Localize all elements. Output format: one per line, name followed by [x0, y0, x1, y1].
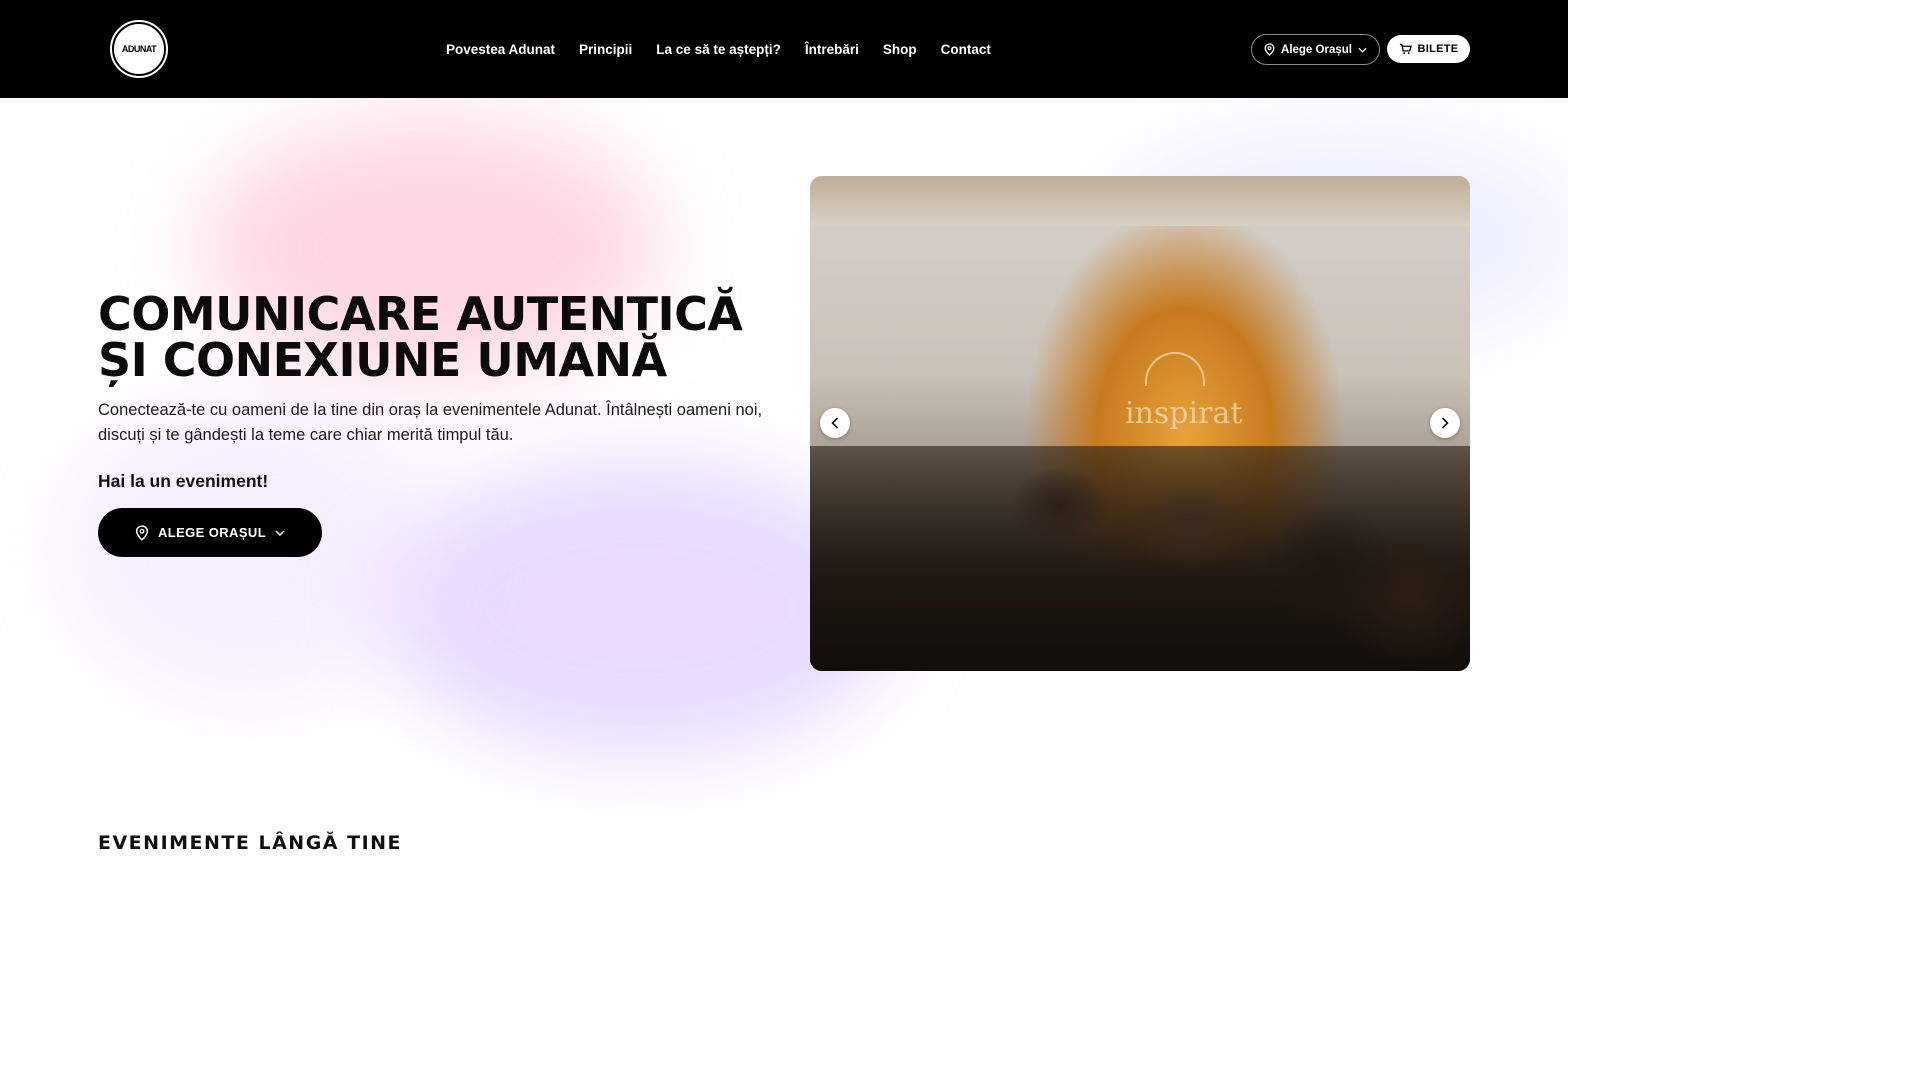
chevron-left-icon — [831, 417, 839, 429]
chevron-down-icon — [275, 530, 285, 536]
top-navigation-bar: ADUNAT Povestea Adunat Principii La ce s… — [0, 0, 1568, 98]
choose-city-label: ALEGE ORAȘUL — [157, 525, 267, 540]
photo-ceiling — [810, 176, 1470, 226]
city-selector-button[interactable]: Alege Orașul — [1251, 34, 1380, 65]
nav-la-ce-sa-te-astepti[interactable]: La ce să te aștepți? — [656, 42, 781, 57]
photo-crowd — [810, 446, 1470, 671]
carousel-next-button[interactable] — [1430, 408, 1460, 438]
city-selector-label: Alege Orașul — [1281, 43, 1352, 56]
hero-headline: COMUNICARE AUTENTICĂ ȘI CONEXIUNE UMANĂ — [98, 291, 798, 383]
cart-icon — [1399, 43, 1412, 55]
choose-city-button[interactable]: ALEGE ORAȘUL — [98, 508, 322, 557]
nav-principii[interactable]: Principii — [579, 42, 632, 57]
main-nav: Povestea Adunat Principii La ce să te aș… — [446, 38, 991, 60]
adunat-logo[interactable]: ADUNAT — [110, 20, 168, 78]
cta-label: Hai la un eveniment! — [98, 471, 269, 491]
location-pin-icon — [1264, 43, 1275, 56]
hero-section: COMUNICARE AUTENTICĂ ȘI CONEXIUNE UMANĂ … — [0, 98, 1568, 882]
carousel-prev-button[interactable] — [820, 408, 850, 438]
event-photo-carousel[interactable]: inspirat — [810, 176, 1470, 671]
location-pin-icon — [135, 524, 149, 541]
hero-subtext: Conectează-te cu oameni de la tine din o… — [98, 401, 763, 444]
photo-sign-text: inspirat — [1125, 396, 1243, 431]
headline-line-2: ȘI CONEXIUNE UMANĂ — [98, 333, 667, 387]
events-section-label: EVENIMENTE LÂNGĂ TINE — [98, 832, 403, 854]
chevron-down-icon — [1358, 47, 1367, 53]
nav-intrebari[interactable]: Întrebări — [805, 42, 859, 57]
tickets-label: BILETE — [1417, 43, 1459, 55]
nav-shop[interactable]: Shop — [883, 42, 917, 57]
chevron-right-icon — [1441, 417, 1449, 429]
logo-text: ADUNAT — [121, 43, 157, 54]
nav-contact[interactable]: Contact — [941, 42, 991, 57]
nav-povestea-adunat[interactable]: Povestea Adunat — [446, 42, 555, 57]
tickets-button[interactable]: BILETE — [1387, 35, 1470, 63]
